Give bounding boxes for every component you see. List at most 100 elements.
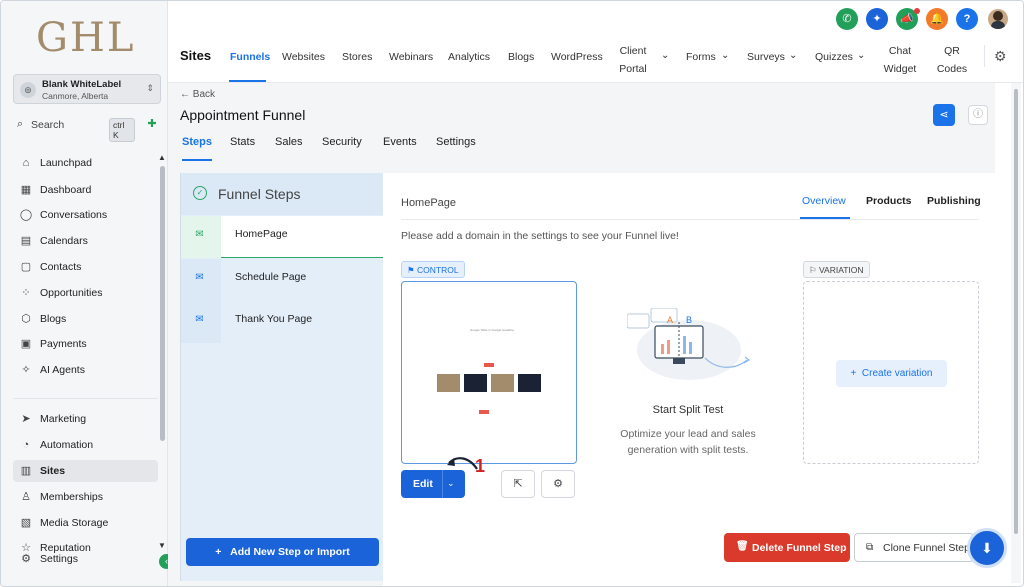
notification-dot [914, 8, 920, 14]
sidebar-item-payments[interactable]: ▣ Payments [13, 333, 158, 355]
memberships-icon: ♙ [21, 491, 31, 503]
brand-logo: GHL [36, 15, 136, 61]
chat-support-button[interactable]: ⬇ [967, 528, 1007, 568]
chevron-down-icon[interactable]: ⌄ [447, 478, 455, 489]
create-variation-label: Create variation [861, 368, 933, 379]
magic-icon[interactable]: ✦ [866, 8, 888, 30]
tab-settings[interactable]: Settings [436, 136, 476, 148]
flag-icon: ⚐ [809, 265, 819, 275]
page-preview-thumbnail[interactable]: Google Table in Google Headline [401, 281, 577, 464]
nav-chat-widget[interactable]: Chat Widget [880, 42, 920, 78]
nav-funnels[interactable]: Funnels [230, 51, 270, 63]
clone-funnel-step-button[interactable]: ⧉ Clone Funnel Step [854, 533, 974, 562]
share-icon[interactable]: ⋖ [933, 104, 955, 126]
gear-icon[interactable]: ⚙ [994, 48, 1007, 65]
split-test-illustration: A B [627, 308, 751, 380]
nav-blogs[interactable]: Blogs [508, 51, 534, 63]
open-external-icon[interactable]: ⇱ [501, 470, 535, 498]
tab-events[interactable]: Events [383, 136, 417, 148]
preview-image [437, 374, 460, 392]
quick-action-icon[interactable]: ✚ [144, 117, 160, 133]
sidebar-item-label: Settings [40, 553, 78, 565]
tab-stats[interactable]: Stats [230, 136, 255, 148]
nav-wordpress[interactable]: WordPress [551, 51, 603, 63]
add-new-step-button[interactable]: + Add New Step or Import [186, 538, 379, 566]
nav-stores[interactable]: Stores [342, 51, 372, 63]
create-variation-button[interactable]: + Create variation [836, 360, 947, 387]
chevron-down-icon[interactable]: ⌄ [789, 50, 797, 61]
page-scrollbar[interactable] [1011, 83, 1021, 583]
tab-publishing[interactable]: Publishing [927, 195, 981, 207]
tab-products[interactable]: Products [866, 195, 912, 207]
search-button[interactable]: ⌕ Search ctrl K [13, 115, 135, 142]
check-circle-icon: ✓ [193, 186, 207, 200]
active-tab-indicator [800, 217, 850, 219]
step-label: Thank You Page [235, 313, 313, 325]
nav-divider [984, 45, 985, 67]
user-avatar[interactable] [988, 9, 1008, 29]
gear-icon[interactable]: ⚙ [541, 470, 575, 498]
nav-quizzes[interactable]: Quizzes [815, 51, 853, 63]
sidebar-item-contacts[interactable]: ▢ Contacts [13, 256, 158, 278]
opportunities-icon: ⁘ [21, 287, 31, 299]
account-location: Canmore, Alberta [42, 91, 109, 101]
preview-title: Google Table in Google Headline [470, 328, 514, 332]
chevron-down-icon[interactable]: ⌄ [721, 50, 729, 61]
sidebar-item-calendars[interactable]: ▤ Calendars [13, 230, 158, 252]
calendar-icon: ▤ [20, 235, 32, 247]
phone-icon[interactable]: ✆ [836, 8, 858, 30]
control-badge: ⚑ CONTROL [401, 261, 465, 278]
nav-client-portal[interactable]: Client Portal [616, 42, 650, 78]
tab-steps[interactable]: Steps [182, 136, 212, 148]
send-icon: ➤ [21, 413, 31, 425]
account-switcher[interactable]: ⊚ Blank WhiteLabel Canmore, Alberta ⇕ [13, 74, 161, 104]
chevron-down-icon[interactable]: ⌄ [857, 50, 865, 61]
step-item-homepage[interactable]: ✉ HomePage [181, 216, 384, 258]
sidebar-item-automation[interactable]: ◔ Automation [13, 434, 158, 456]
sidebar-item-ai-agents[interactable]: ✧ AI Agents [13, 359, 158, 381]
step-title: HomePage [401, 197, 457, 209]
sidebar-item-blogs[interactable]: ⬡ Blogs [13, 308, 158, 330]
delete-funnel-step-button[interactable]: 🗑 Delete Funnel Step [724, 533, 850, 562]
page-title: Appointment Funnel [180, 107, 306, 123]
sidebar-item-sites[interactable]: ▥ Sites [13, 460, 158, 482]
edit-button[interactable]: Edit ⌄ [401, 470, 465, 498]
delete-label: Delete Funnel Step [752, 542, 847, 554]
step-item-schedule-page[interactable]: ✉ Schedule Page [181, 259, 384, 301]
sidebar-item-dashboard[interactable]: ▦ Dashboard [13, 179, 158, 201]
svg-text:B: B [686, 315, 692, 325]
nav-webinars[interactable]: Webinars [389, 51, 433, 63]
copy-icon: ⧉ [866, 542, 874, 553]
sidebar-item-launchpad[interactable]: ⌂ Launchpad [13, 152, 158, 174]
sites-icon: ▥ [20, 465, 32, 477]
sidebar-item-settings[interactable]: ⚙ Settings [13, 548, 158, 570]
tab-sales[interactable]: Sales [275, 136, 303, 148]
sidebar-item-opportunities[interactable]: ⁘ Opportunities [13, 282, 158, 304]
scroll-up-arrow[interactable]: ▲ [158, 153, 166, 162]
step-label: Schedule Page [235, 271, 307, 283]
nav-surveys[interactable]: Surveys [747, 51, 785, 63]
nav-qr-codes[interactable]: QR Codes [936, 42, 968, 78]
scrollbar-thumb[interactable] [1014, 89, 1018, 534]
step-item-thank-you-page[interactable]: ✉ Thank You Page [181, 301, 384, 343]
tab-security[interactable]: Security [322, 136, 362, 148]
flag-icon: ⚑ [407, 265, 417, 275]
sidebar-item-label: Opportunities [40, 287, 103, 299]
help-icon[interactable]: ? [956, 8, 978, 30]
back-link[interactable]: ← Back [180, 89, 215, 100]
tab-overview[interactable]: Overview [802, 195, 846, 207]
sidebar-item-conversations[interactable]: ◯ Conversations [13, 204, 158, 226]
sidebar-item-media-storage[interactable]: ▧ Media Storage [13, 512, 158, 534]
sidebar-item-label: Conversations [40, 209, 108, 221]
nav-forms[interactable]: Forms [686, 51, 716, 63]
info-icon[interactable]: ⓘ [968, 105, 988, 125]
scroll-down-arrow[interactable]: ▼ [158, 541, 166, 550]
bell-icon[interactable]: 🔔 [926, 8, 948, 30]
chevron-down-icon[interactable]: ⌄ [661, 50, 669, 61]
sidebar-item-marketing[interactable]: ➤ Marketing [13, 408, 158, 430]
sidebar-scrollbar[interactable] [160, 166, 165, 441]
nav-websites[interactable]: Websites [282, 51, 325, 63]
nav-analytics[interactable]: Analytics [448, 51, 490, 63]
sparkle-icon: ✧ [21, 364, 31, 376]
sidebar-item-memberships[interactable]: ♙ Memberships [13, 486, 158, 508]
